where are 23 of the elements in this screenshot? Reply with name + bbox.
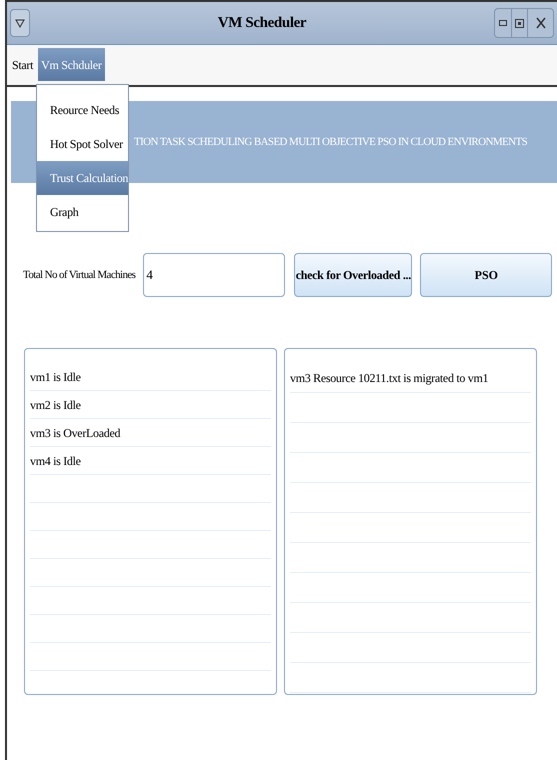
check-overloaded-button[interactable]: check for Overloaded ... <box>294 253 412 297</box>
field-label: Total No of Virtual Machines <box>23 268 136 283</box>
window-title: VM Scheduler <box>216 14 308 33</box>
menu-item[interactable]: Reource Needs <box>37 93 128 127</box>
banner-title: TION TASK SCHEDULING BASED MULTI OBJECTIVE PSO IN CLOUD ENVIRONMENTS <box>134 134 528 150</box>
list-item[interactable]: vm3 is OverLoaded <box>30 424 120 442</box>
caret-icon <box>15 18 25 28</box>
list-item[interactable]: vm2 is Idle <box>30 396 81 414</box>
pso-button[interactable]: PSO <box>420 253 552 297</box>
maximize-icon <box>515 18 524 28</box>
menu-bar-item[interactable]: Vm Schduler <box>38 48 105 81</box>
menu-item[interactable]: Trust Calculation <box>37 161 128 195</box>
menu-item[interactable]: Hot Spot Solver <box>37 127 128 161</box>
list-item[interactable]: vm4 is Idle <box>30 452 81 470</box>
maximize-button[interactable] <box>511 9 527 37</box>
close-icon <box>536 17 546 29</box>
menu-bar-item[interactable]: Start <box>7 48 38 81</box>
menu-item[interactable]: Graph <box>37 195 128 229</box>
list-item[interactable]: vm1 is Idle <box>30 368 81 386</box>
window-menu-button[interactable] <box>10 9 30 37</box>
vm-count-field[interactable]: 4 <box>143 253 286 297</box>
list-item[interactable]: vm3 Resource 10211.txt is migrated to vm1 <box>290 368 488 386</box>
minimize-icon <box>499 20 507 26</box>
